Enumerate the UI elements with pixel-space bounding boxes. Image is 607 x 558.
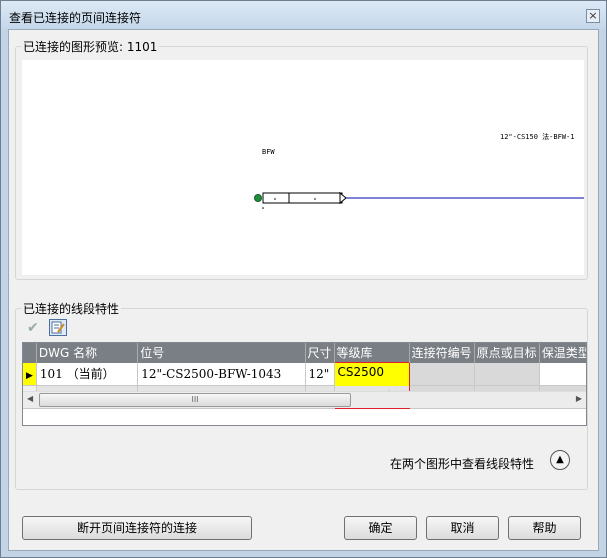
table-row[interactable]: ▶ 101 （当前） 12"-CS2500-BFW-1043 12" CS250… <box>23 362 586 386</box>
cell-size[interactable]: 12" <box>305 362 335 386</box>
cell-connector-number[interactable] <box>409 362 475 386</box>
preview-group-label: 已连接的图形预览: 1101 <box>21 38 160 55</box>
header-origin-destination[interactable]: 原点或目标 <box>474 343 540 363</box>
title-bar: 查看已连接的页间连接符 × <box>1 1 606 29</box>
header-insulation-type[interactable]: 保温类型 <box>539 343 586 363</box>
checkmark-icon[interactable]: ✔ <box>27 320 43 336</box>
scroll-thumb[interactable]: III <box>39 393 351 407</box>
edit-properties-icon[interactable] <box>49 319 67 336</box>
connector-node <box>254 194 262 202</box>
header-dwg[interactable]: DWG 名称 <box>36 343 139 363</box>
scroll-grip: III <box>191 395 199 404</box>
row-selector-current[interactable]: ▶ <box>23 362 37 386</box>
row-arrow-icon: ▶ <box>26 370 33 381</box>
header-size[interactable]: 尺寸 <box>305 343 335 363</box>
segments-table: DWG 名称 位号 尺寸 等级库 连接符编号 原点或目标 保温类型 ▶ 101 … <box>22 342 587 426</box>
header-row-selector <box>23 343 37 363</box>
preview-canvas: BFW 12"-CS150 法-BFW-1 <box>254 132 584 209</box>
segments-group-label: 已连接的线段特性 <box>21 300 122 317</box>
collapse-up-icon[interactable]: ▲ <box>550 450 570 470</box>
header-tag[interactable]: 位号 <box>137 343 306 363</box>
ok-button[interactable]: 确定 <box>344 516 417 540</box>
connector-symbol <box>262 192 343 204</box>
drawing-preview[interactable]: BFW 12"-CS150 法-BFW-1 <box>22 60 584 275</box>
cell-dwg[interactable]: 101 （当前） <box>36 362 139 386</box>
disconnect-button[interactable]: 断开页间连接符的连接 <box>22 516 252 540</box>
header-spec[interactable]: 等级库 <box>334 343 410 363</box>
compare-label: 在两个图形中查看线段特性 <box>390 457 535 471</box>
connector-arrow <box>339 191 347 205</box>
scroll-left-icon[interactable]: ◀ <box>27 394 33 403</box>
cell-origin[interactable] <box>474 362 540 386</box>
header-connector-number[interactable]: 连接符编号 <box>409 343 475 363</box>
window-title: 查看已连接的页间连接符 <box>9 11 142 25</box>
dialog-window: 查看已连接的页间连接符 × 已连接的图形预览: 1101 BFW 12"-CS1… <box>0 0 607 558</box>
cell-insulation[interactable] <box>539 362 586 386</box>
cell-spec[interactable]: CS2500 <box>333 362 410 386</box>
help-button[interactable]: 帮助 <box>508 516 581 540</box>
table-header-row: DWG 名称 位号 尺寸 等级库 连接符编号 原点或目标 保温类型 <box>23 343 586 363</box>
dialog-client: 已连接的图形预览: 1101 BFW 12"-CS150 法-BFW-1 已连接… <box>8 29 599 551</box>
bfw-label: BFW <box>262 148 275 156</box>
line-tag-label: 12"-CS150 法-BFW-1 <box>500 132 574 141</box>
horizontal-scrollbar[interactable]: ◀ III ▶ <box>23 391 586 408</box>
close-icon: × <box>588 9 598 22</box>
cell-tag[interactable]: 12"-CS2500-BFW-1043 <box>137 362 306 386</box>
scroll-right-icon[interactable]: ▶ <box>576 394 582 403</box>
close-button[interactable]: × <box>586 9 600 23</box>
cancel-button[interactable]: 取消 <box>426 516 499 540</box>
